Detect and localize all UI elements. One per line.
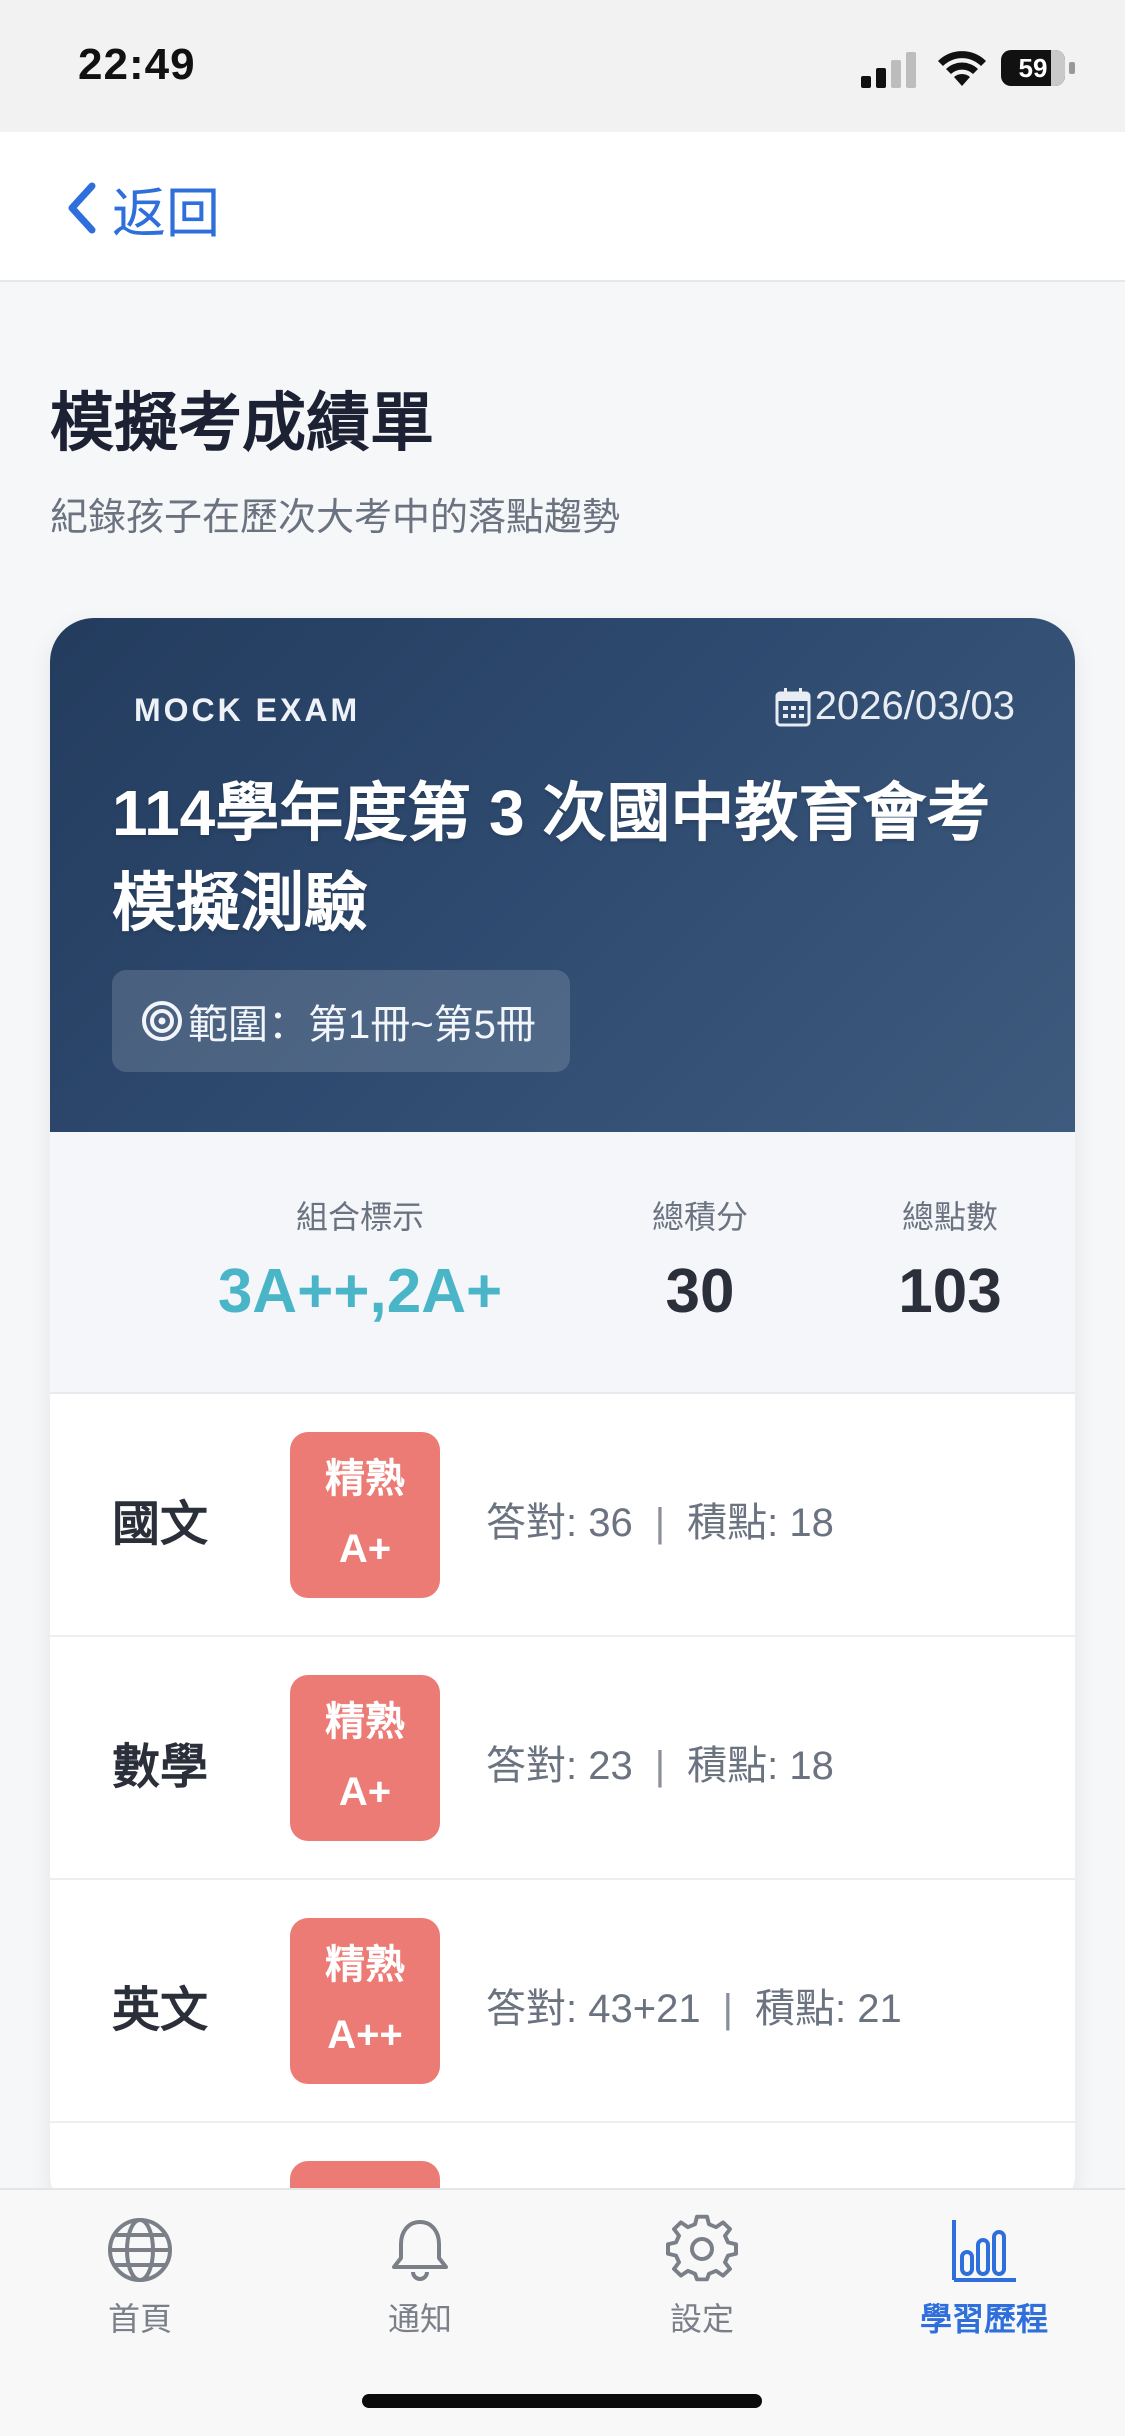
tab-label: 設定 bbox=[669, 2301, 734, 2337]
mock-exam-tag: MOCK EXAM bbox=[134, 692, 361, 728]
subject-stats: 答對: 36 | 積點: 18 bbox=[486, 1490, 834, 1548]
status-icons: 59 bbox=[861, 46, 1081, 90]
globe-icon bbox=[108, 2218, 172, 2282]
battery-icon: 59 bbox=[1001, 50, 1065, 86]
grade-badge: 精熟 A+ bbox=[290, 1675, 440, 1841]
range-chip: 範圍：第1冊~第5冊 bbox=[112, 970, 570, 1072]
target-icon bbox=[142, 1001, 182, 1041]
battery-level: 59 bbox=[1018, 53, 1048, 83]
grade-badge: 精熟 A++ bbox=[290, 1918, 440, 2084]
subject-stats: 答對: 43+21 | 積點: 21 bbox=[486, 1976, 902, 2034]
stat-separator: | bbox=[722, 1987, 733, 2031]
stat-separator: | bbox=[654, 1501, 666, 1545]
gear-icon bbox=[666, 2214, 738, 2282]
nav-bar: 返回 bbox=[0, 132, 1125, 282]
grade-badge: 精熟 A+ bbox=[290, 1432, 440, 1598]
back-button[interactable]: 返回 bbox=[64, 168, 220, 248]
exam-date: 2026/03/03 bbox=[775, 684, 1015, 729]
calendar-icon bbox=[775, 687, 811, 726]
correct-count: 答對: 43+21 bbox=[486, 1987, 701, 2031]
wifi-icon bbox=[938, 51, 986, 86]
chevron-left-icon bbox=[68, 182, 96, 234]
tab-notifications[interactable]: 通知 bbox=[320, 2214, 520, 2340]
battery-tip bbox=[1069, 62, 1075, 74]
subject-name: 英文 bbox=[112, 1984, 209, 2037]
screen: 22:49 59 返回 模擬考成績單 紀錄孩子在歷次大考中的落點趨勢 MOCK … bbox=[0, 0, 1125, 2436]
correct-count: 答對: 36 bbox=[486, 1501, 633, 1545]
stat-separator: | bbox=[654, 1744, 666, 1788]
total-points-label: 總點數 bbox=[901, 1199, 998, 1235]
combo-summary: 組合標示 3A++,2A+ bbox=[150, 1192, 570, 1327]
grade-letter: A+ bbox=[338, 1770, 392, 1814]
grade-letter: A++ bbox=[327, 2013, 403, 2057]
tab-label: 學習歷程 bbox=[919, 2301, 1048, 2337]
combo-value: 3A++,2A+ bbox=[217, 1257, 503, 1326]
bar-chart-icon bbox=[952, 2220, 1016, 2282]
page-title: 模擬考成績單 bbox=[50, 387, 434, 459]
home-indicator bbox=[362, 2394, 762, 2408]
correct-count: 答對: 23 bbox=[486, 1744, 633, 1788]
grade-level: 精熟 bbox=[325, 1457, 405, 1501]
total-points-value: 103 bbox=[898, 1257, 1002, 1326]
grade-letter: A+ bbox=[338, 1527, 392, 1571]
subject-points: 積點: 21 bbox=[754, 1987, 902, 2031]
subject-stats: 答對: 23 | 積點: 18 bbox=[486, 1733, 834, 1791]
total-points-summary: 總點數 103 bbox=[850, 1192, 1050, 1327]
status-bar: 22:49 59 bbox=[0, 0, 1125, 132]
grade-level: 精熟 bbox=[325, 1700, 405, 1744]
exam-card-header: MOCK EXAM 2026/03/03 114學年度第 3 次國中教育會考模擬… bbox=[50, 618, 1075, 1132]
tab-label: 通知 bbox=[387, 2301, 452, 2337]
subject-row-math: 數學 精熟 A+ 答對: 23 | 積點: 18 bbox=[50, 1637, 1075, 1880]
bell-icon bbox=[392, 2220, 448, 2281]
status-time: 22:49 bbox=[78, 40, 196, 89]
tab-label: 首頁 bbox=[107, 2301, 172, 2337]
subject-row-english: 英文 精熟 A++ 答對: 43+21 | 積點: 21 bbox=[50, 1880, 1075, 2123]
score-summary: 組合標示 3A++,2A+ 總積分 30 總點數 103 bbox=[50, 1132, 1075, 1394]
combo-label: 組合標示 bbox=[295, 1199, 424, 1235]
page-subtitle: 紀錄孩子在歷次大考中的落點趨勢 bbox=[50, 497, 621, 539]
subject-name: 數學 bbox=[112, 1741, 209, 1794]
total-score-value: 30 bbox=[665, 1257, 735, 1326]
grade-level: 精熟 bbox=[325, 1943, 405, 1987]
exam-card: MOCK EXAM 2026/03/03 114學年度第 3 次國中教育會考模擬… bbox=[50, 618, 1075, 2218]
exam-title: 114學年度第 3 次國中教育會考模擬測驗 bbox=[112, 777, 991, 939]
back-label: 返回 bbox=[112, 183, 220, 244]
subject-points: 積點: 18 bbox=[687, 1744, 834, 1788]
tab-home[interactable]: 首頁 bbox=[40, 2214, 240, 2340]
subject-points: 積點: 18 bbox=[687, 1501, 834, 1545]
total-score-summary: 總積分 30 bbox=[600, 1192, 800, 1327]
total-score-label: 總積分 bbox=[651, 1199, 748, 1235]
subject-row-chinese: 國文 精熟 A+ 答對: 36 | 積點: 18 bbox=[50, 1394, 1075, 1637]
subject-name: 國文 bbox=[112, 1498, 209, 1551]
tab-settings[interactable]: 設定 bbox=[602, 2214, 802, 2340]
range-text: 範圍：第1冊~第5冊 bbox=[188, 1003, 536, 1047]
tab-learning-history[interactable]: 學習歷程 bbox=[884, 2214, 1084, 2340]
cellular-signal-icon bbox=[861, 52, 916, 88]
exam-date-text: 2026/03/03 bbox=[814, 684, 1015, 728]
